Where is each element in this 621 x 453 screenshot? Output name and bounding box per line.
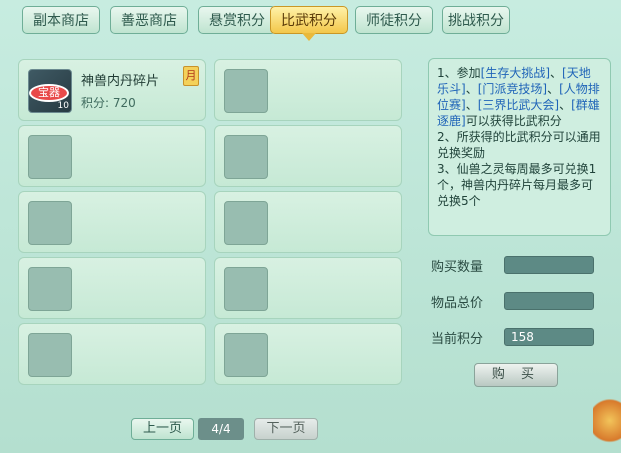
prev-page-button[interactable]: 上一页 (131, 418, 194, 440)
current-points-value: 158 (504, 328, 594, 346)
item-grid: 宝器 10 神兽内丹碎片 积分: 720 月 (15, 54, 411, 388)
tab-pvp-points[interactable]: 比武积分 (270, 6, 348, 41)
quantity-label: 购买数量 (431, 260, 484, 275)
empty-item-cell[interactable] (214, 125, 402, 187)
corner-ornament-icon (593, 399, 621, 453)
empty-slot (28, 333, 72, 377)
tab-mentor-points[interactable]: 师徒积分 (355, 6, 433, 34)
shop-window: 副本商店 善恶商店 悬赏积分 比武积分 师徒积分 挑战积分 宝器 10 神兽内丹… (0, 0, 621, 453)
empty-slot (28, 201, 72, 245)
tab-karma-shop[interactable]: 善恶商店 (110, 6, 188, 34)
empty-item-cell[interactable] (214, 257, 402, 319)
empty-item-cell[interactable] (214, 191, 402, 253)
rule-line-3: 3、仙兽之灵每周最多可兑换1个，神兽内丹碎片每月最多可兑换5个 (437, 162, 597, 208)
empty-item-cell[interactable] (214, 59, 402, 121)
stack-count: 10 (57, 101, 69, 111)
total-price-value (504, 292, 594, 310)
empty-item-cell[interactable] (18, 323, 206, 385)
page-indicator: 4/4 (198, 418, 244, 440)
item-price: 积分: 720 (81, 96, 136, 110)
empty-item-cell[interactable] (18, 125, 206, 187)
tab-challenge-points[interactable]: 挑战积分 (442, 6, 510, 34)
empty-item-cell[interactable] (18, 191, 206, 253)
tab-dungeon-shop[interactable]: 副本商店 (22, 6, 100, 34)
empty-slot (224, 333, 268, 377)
empty-item-cell[interactable] (18, 257, 206, 319)
next-page-button[interactable]: 下一页 (254, 418, 318, 440)
monthly-limit-badge: 月 (183, 66, 199, 86)
empty-slot (28, 267, 72, 311)
empty-slot (28, 135, 72, 179)
empty-slot (224, 201, 268, 245)
rule-line-2: 2、所获得的比武积分可以通用兑换奖励 (437, 130, 601, 160)
empty-slot (224, 69, 268, 113)
treasure-badge: 宝器 (29, 84, 69, 102)
rules-info-box: 1、参加[生存大挑战]、[天地乐斗]、[门派竞技场]、[人物排位赛]、[三界比武… (428, 58, 611, 236)
total-price-label: 物品总价 (431, 296, 484, 311)
empty-slot (224, 135, 268, 179)
item-icon: 宝器 10 (28, 69, 72, 113)
empty-slot (224, 267, 268, 311)
item-cell[interactable]: 宝器 10 神兽内丹碎片 积分: 720 月 (18, 59, 206, 121)
current-points-label: 当前积分 (431, 332, 484, 347)
tab-bounty-points[interactable]: 悬赏积分 (198, 6, 276, 34)
empty-item-cell[interactable] (214, 323, 402, 385)
rule-line-1: 1、参加[生存大挑战]、[天地乐斗]、[门派竞技场]、[人物排位赛]、[三界比武… (437, 66, 600, 128)
quantity-input[interactable] (504, 256, 594, 274)
item-name: 神兽内丹碎片 (81, 74, 160, 89)
buy-button[interactable]: 购 买 (474, 363, 558, 387)
